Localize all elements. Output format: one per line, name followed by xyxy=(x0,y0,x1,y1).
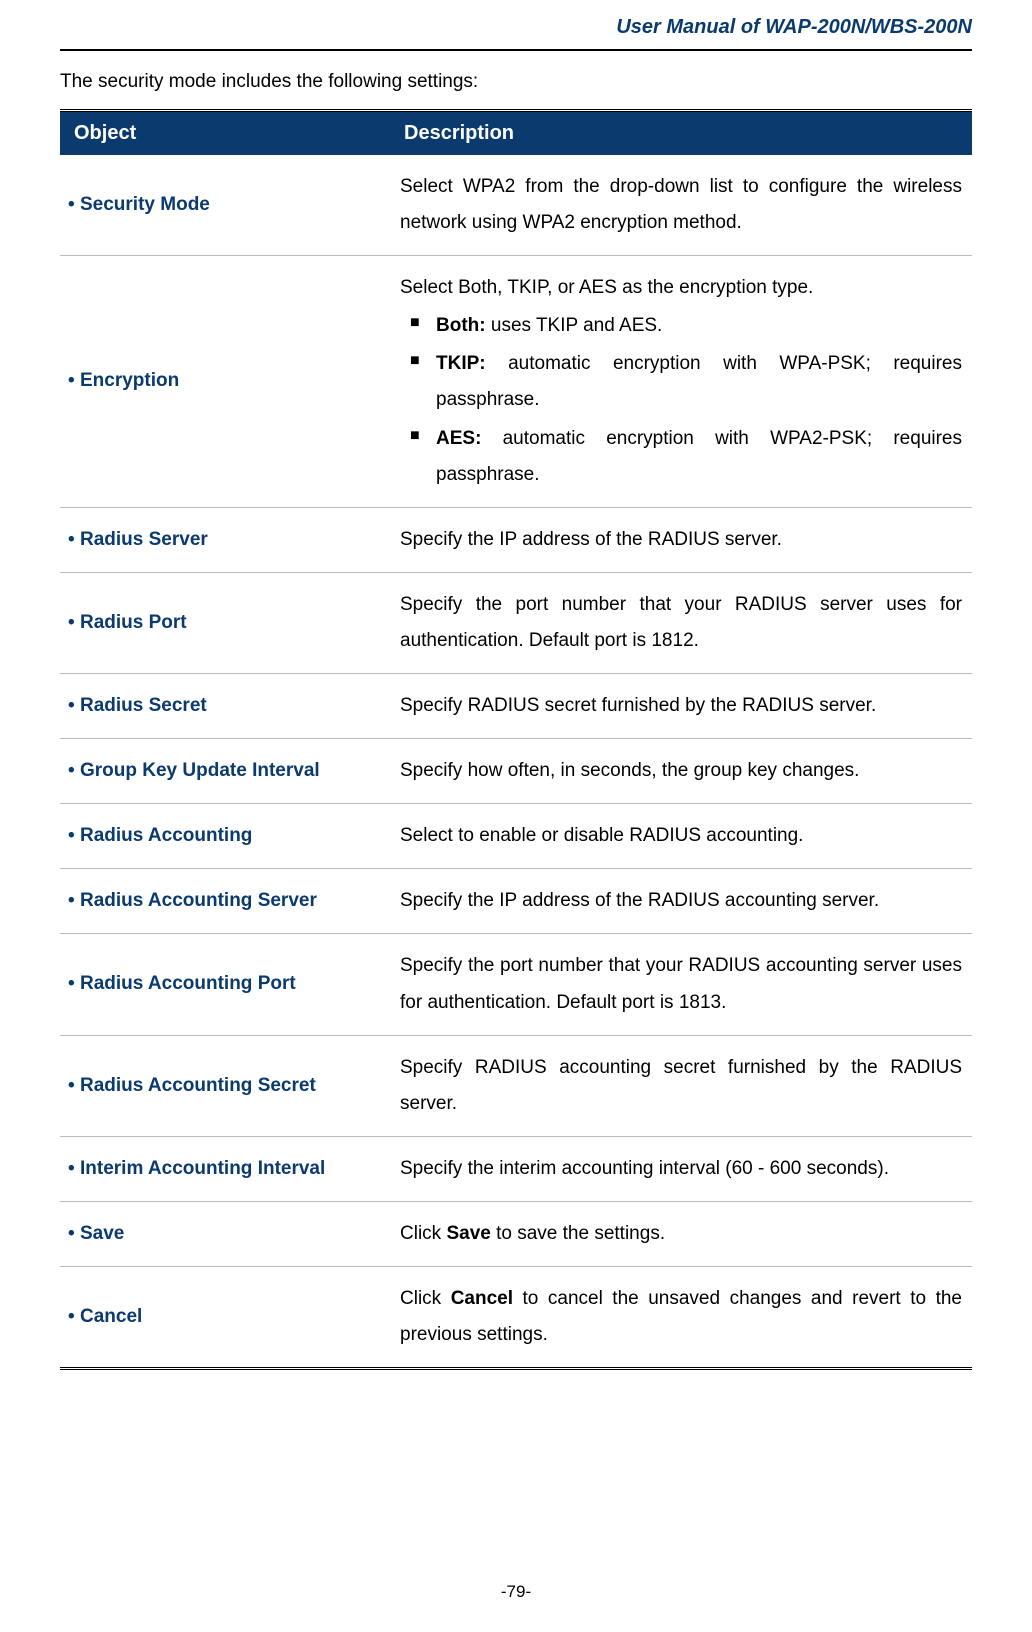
table-header-row: Object Description xyxy=(60,111,972,156)
description-cell: Specify RADIUS accounting secret furnish… xyxy=(390,1035,972,1136)
item-label: AES: xyxy=(436,428,481,449)
table-row: Group Key Update Interval Specify how of… xyxy=(60,739,972,804)
encryption-list: Both: uses TKIP and AES. TKIP: automatic… xyxy=(400,308,962,492)
table-row: Radius Server Specify the IP address of … xyxy=(60,507,972,572)
header-divider xyxy=(60,49,972,51)
list-item: AES: automatic encryption with WPA2-PSK;… xyxy=(400,421,962,493)
column-header-description: Description xyxy=(390,111,972,156)
table-row: Save Click Save to save the settings. xyxy=(60,1201,972,1266)
description-cell: Specify the IP address of the RADIUS ser… xyxy=(390,507,972,572)
table-row: Radius Secret Specify RADIUS secret furn… xyxy=(60,674,972,739)
item-text: automatic encryption with WPA-PSK; requi… xyxy=(436,353,962,410)
description-cell: Select WPA2 from the drop-down list to c… xyxy=(390,155,972,256)
object-cell: Radius Secret xyxy=(60,674,390,739)
object-cell: Radius Accounting xyxy=(60,804,390,869)
encryption-intro: Select Both, TKIP, or AES as the encrypt… xyxy=(400,270,962,306)
table-row: Interim Accounting Interval Specify the … xyxy=(60,1136,972,1201)
table-row: Radius Accounting Server Specify the IP … xyxy=(60,869,972,934)
desc-suffix: to save the settings. xyxy=(491,1223,665,1244)
object-cell: Radius Accounting Secret xyxy=(60,1035,390,1136)
intro-text: The security mode includes the following… xyxy=(60,71,972,93)
table-row: Encryption Select Both, TKIP, or AES as … xyxy=(60,256,972,508)
item-label: Both: xyxy=(436,315,486,336)
item-text: uses TKIP and AES. xyxy=(486,315,663,336)
table-row: Cancel Click Cancel to cancel the unsave… xyxy=(60,1266,972,1368)
column-header-object: Object xyxy=(60,111,390,156)
desc-bold: Cancel xyxy=(451,1288,513,1309)
description-cell: Specify the IP address of the RADIUS acc… xyxy=(390,869,972,934)
object-cell: Radius Accounting Port xyxy=(60,934,390,1035)
object-cell: Radius Accounting Server xyxy=(60,869,390,934)
description-cell: Select to enable or disable RADIUS accou… xyxy=(390,804,972,869)
object-cell: Security Mode xyxy=(60,155,390,256)
description-cell: Specify the port number that your RADIUS… xyxy=(390,934,972,1035)
page-number: -79- xyxy=(0,1582,1032,1602)
settings-table: Object Description Security Mode Select … xyxy=(60,109,972,1370)
desc-prefix: Click xyxy=(400,1223,446,1244)
list-item: TKIP: automatic encryption with WPA-PSK;… xyxy=(400,346,962,418)
table-row: Radius Accounting Secret Specify RADIUS … xyxy=(60,1035,972,1136)
description-cell: Specify the port number that your RADIUS… xyxy=(390,572,972,673)
item-text: automatic encryption with WPA2-PSK; requ… xyxy=(436,428,962,485)
description-cell: Specify RADIUS secret furnished by the R… xyxy=(390,674,972,739)
description-cell: Specify the interim accounting interval … xyxy=(390,1136,972,1201)
object-cell: Radius Port xyxy=(60,572,390,673)
description-cell: Select Both, TKIP, or AES as the encrypt… xyxy=(390,256,972,508)
description-cell: Specify how often, in seconds, the group… xyxy=(390,739,972,804)
item-label: TKIP: xyxy=(436,353,486,374)
list-item: Both: uses TKIP and AES. xyxy=(400,308,962,344)
object-cell: Encryption xyxy=(60,256,390,508)
description-cell: Click Cancel to cancel the unsaved chang… xyxy=(390,1266,972,1368)
object-cell: Save xyxy=(60,1201,390,1266)
desc-prefix: Click xyxy=(400,1288,451,1309)
table-row: Radius Accounting Port Specify the port … xyxy=(60,934,972,1035)
object-cell: Interim Accounting Interval xyxy=(60,1136,390,1201)
object-cell: Group Key Update Interval xyxy=(60,739,390,804)
object-cell: Cancel xyxy=(60,1266,390,1368)
table-row: Radius Accounting Select to enable or di… xyxy=(60,804,972,869)
table-row: Radius Port Specify the port number that… xyxy=(60,572,972,673)
object-cell: Radius Server xyxy=(60,507,390,572)
header-title: User Manual of WAP-200N/WBS-200N xyxy=(60,0,972,49)
desc-bold: Save xyxy=(446,1223,490,1244)
description-cell: Click Save to save the settings. xyxy=(390,1201,972,1266)
table-row: Security Mode Select WPA2 from the drop-… xyxy=(60,155,972,256)
